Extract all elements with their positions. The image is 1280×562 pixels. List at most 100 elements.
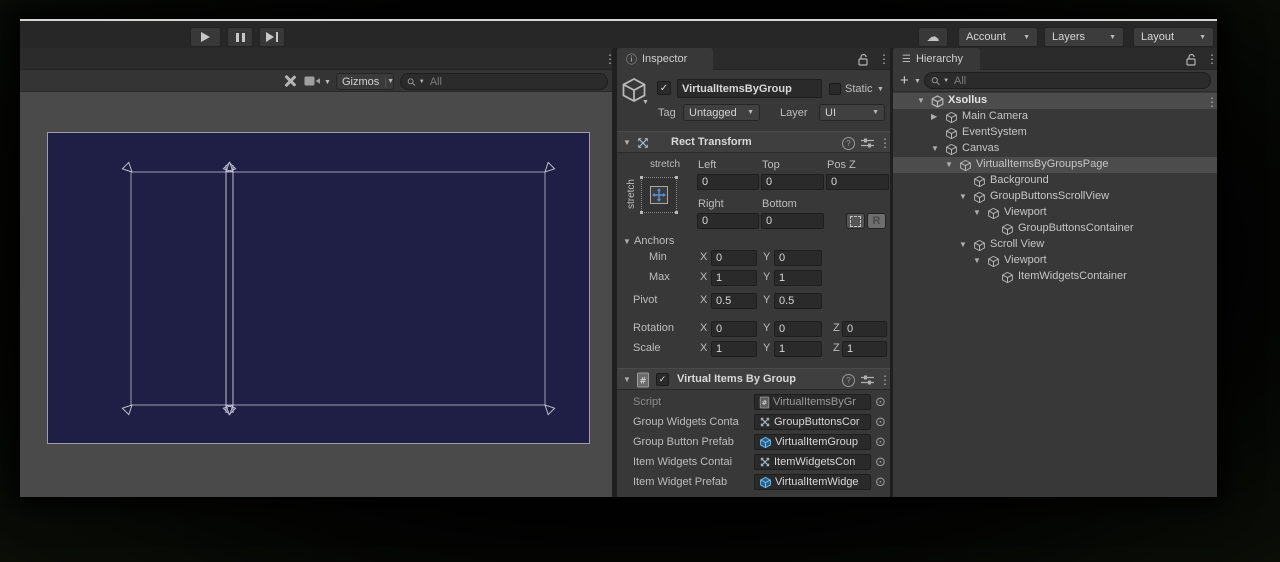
max-y-input[interactable] <box>779 272 817 284</box>
min-y-input[interactable] <box>779 252 817 264</box>
step-button[interactable] <box>259 27 285 47</box>
hierarchy-row-canvas[interactable]: ▼Canvas <box>893 141 1217 157</box>
scale-y-field[interactable] <box>774 341 822 357</box>
hierarchy-row-itemwidgetscontainer[interactable]: ItemWidgetsContainer <box>893 269 1217 285</box>
bottom-input[interactable] <box>766 215 819 227</box>
anchors-foldout-icon[interactable]: ▼ <box>623 238 631 246</box>
scale-z-field[interactable] <box>842 341 887 357</box>
gameobject-name-field[interactable] <box>677 79 822 98</box>
layout-dropdown[interactable]: Layout▼ <box>1133 27 1214 47</box>
max-y-field[interactable] <box>774 270 822 286</box>
object-reference-field[interactable]: GroupButtonsCor <box>754 414 871 430</box>
help-icon[interactable]: ? <box>842 137 855 150</box>
min-y-field[interactable] <box>774 250 822 266</box>
foldout-open-icon[interactable]: ▼ <box>623 139 631 147</box>
hierarchy-row-groupbuttonsscrollview[interactable]: ▼GroupButtonsScrollView <box>893 189 1217 205</box>
foldout-open-icon[interactable]: ▼ <box>945 161 953 169</box>
object-reference-field[interactable]: #VirtualItemsByGr <box>754 394 871 410</box>
scene-search-field[interactable]: ▼ <box>400 73 608 90</box>
component-header[interactable]: ▼ # ✓ Virtual Items By Group ? ⋮ <box>617 368 890 390</box>
hierarchy-search-field[interactable]: ▼ <box>924 72 1211 89</box>
hierarchy-row-groupbuttonscontainer[interactable]: GroupButtonsContainer <box>893 221 1217 237</box>
max-x-field[interactable] <box>711 270 757 286</box>
max-x-input[interactable] <box>716 272 752 284</box>
scene-search-input[interactable] <box>428 75 601 89</box>
object-reference-field[interactable]: VirtualItemWidge <box>754 474 871 490</box>
cloud-services-button[interactable]: ☁ <box>918 27 948 47</box>
tab-inspector[interactable]: ⓘ Inspector <box>617 48 713 70</box>
rotation-x-field[interactable] <box>711 321 757 337</box>
foldout-closed-icon[interactable]: ▶ <box>931 113 937 121</box>
presets-icon[interactable] <box>861 374 874 386</box>
raw-edit-mode-button[interactable]: R <box>867 213 886 229</box>
presets-icon[interactable] <box>861 137 874 149</box>
lock-icon[interactable] <box>857 53 869 66</box>
right-input[interactable] <box>702 215 754 227</box>
account-dropdown[interactable]: Account▼ <box>958 27 1038 47</box>
rotation-x-input[interactable] <box>716 323 752 335</box>
hierarchy-row-viewport[interactable]: ▼Viewport <box>893 253 1217 269</box>
hierarchy-row-viewport[interactable]: ▼Viewport <box>893 205 1217 221</box>
create-object-caret-icon[interactable]: ▼ <box>914 78 921 85</box>
object-picker-icon[interactable]: ⊙ <box>875 455 886 468</box>
static-checkbox[interactable] <box>829 83 841 95</box>
rotation-z-field[interactable] <box>842 321 887 337</box>
object-picker-icon[interactable]: ⊙ <box>875 475 886 488</box>
pivot-y-field[interactable] <box>774 293 822 309</box>
foldout-open-icon[interactable]: ▼ <box>959 241 967 249</box>
min-x-field[interactable] <box>711 250 757 266</box>
hierarchy-row-scroll-view[interactable]: ▼Scroll View <box>893 237 1217 253</box>
rotation-z-input[interactable] <box>847 323 882 335</box>
tag-dropdown[interactable]: Untagged▼ <box>683 104 760 121</box>
tab-hierarchy[interactable]: ☰ Hierarchy <box>893 48 980 70</box>
gizmos-dropdown[interactable]: Gizmos | ▼ <box>336 73 394 90</box>
scale-y-input[interactable] <box>779 343 817 355</box>
scene-options-kebab-icon[interactable]: ⋮ <box>1206 95 1218 109</box>
layer-dropdown[interactable]: UI▼ <box>819 104 885 121</box>
pivot-x-field[interactable] <box>711 293 757 309</box>
object-reference-field[interactable]: VirtualItemGroup <box>754 434 871 450</box>
top-field[interactable] <box>761 174 824 190</box>
bottom-field[interactable] <box>761 213 824 229</box>
hierarchy-row-eventsystem[interactable]: EventSystem <box>893 125 1217 141</box>
blueprint-mode-button[interactable] <box>846 213 865 229</box>
hierarchy-search-input[interactable] <box>952 74 1204 88</box>
posz-field[interactable] <box>826 174 889 190</box>
gameobject-name-input[interactable] <box>682 83 817 95</box>
foldout-open-icon[interactable]: ▼ <box>973 209 981 217</box>
left-field[interactable] <box>697 174 759 190</box>
rotation-y-input[interactable] <box>779 323 817 335</box>
scale-x-input[interactable] <box>716 343 752 355</box>
object-reference-field[interactable]: ItemWidgetsCon <box>754 454 871 470</box>
foldout-open-icon[interactable]: ▼ <box>917 97 925 105</box>
scale-z-input[interactable] <box>847 343 882 355</box>
min-x-input[interactable] <box>716 252 752 264</box>
foldout-open-icon[interactable]: ▼ <box>931 145 939 153</box>
help-icon[interactable]: ? <box>842 374 855 387</box>
foldout-open-icon[interactable]: ▼ <box>623 376 631 384</box>
create-object-plus-icon[interactable]: + <box>900 72 909 89</box>
static-dropdown-icon[interactable]: ▼ <box>877 86 884 93</box>
camera-icon[interactable] <box>304 75 321 87</box>
hierarchy-row-virtualitemsbygroupspage[interactable]: ▼VirtualItemsByGroupsPage <box>893 157 1217 173</box>
scale-x-field[interactable] <box>711 341 757 357</box>
object-picker-icon[interactable]: ⊙ <box>875 415 886 428</box>
scene-viewport[interactable] <box>20 92 612 497</box>
hierarchy-row-xsollus[interactable]: ▼Xsollus⋮ <box>893 93 1217 109</box>
pause-button[interactable] <box>227 27 253 47</box>
layers-dropdown[interactable]: Layers▼ <box>1044 27 1124 47</box>
inspector-menu-kebab-icon[interactable]: ⋮ <box>878 52 890 66</box>
hierarchy-row-background[interactable]: Background <box>893 173 1217 189</box>
component-enabled-checkbox[interactable]: ✓ <box>656 373 669 386</box>
foldout-open-icon[interactable]: ▼ <box>973 257 981 265</box>
rect-transform-header[interactable]: ▼ Rect Transform ? ⋮ <box>617 131 890 153</box>
foldout-open-icon[interactable]: ▼ <box>959 193 967 201</box>
anchor-preset-widget[interactable] <box>641 177 677 213</box>
rotation-y-field[interactable] <box>774 321 822 337</box>
hierarchy-row-main-camera[interactable]: ▶Main Camera <box>893 109 1217 125</box>
object-picker-icon[interactable]: ⊙ <box>875 435 886 448</box>
object-picker-icon[interactable]: ⊙ <box>875 395 886 408</box>
right-field[interactable] <box>697 213 759 229</box>
play-button[interactable] <box>190 27 221 47</box>
icon-picker-caret[interactable]: ▼ <box>642 99 649 106</box>
